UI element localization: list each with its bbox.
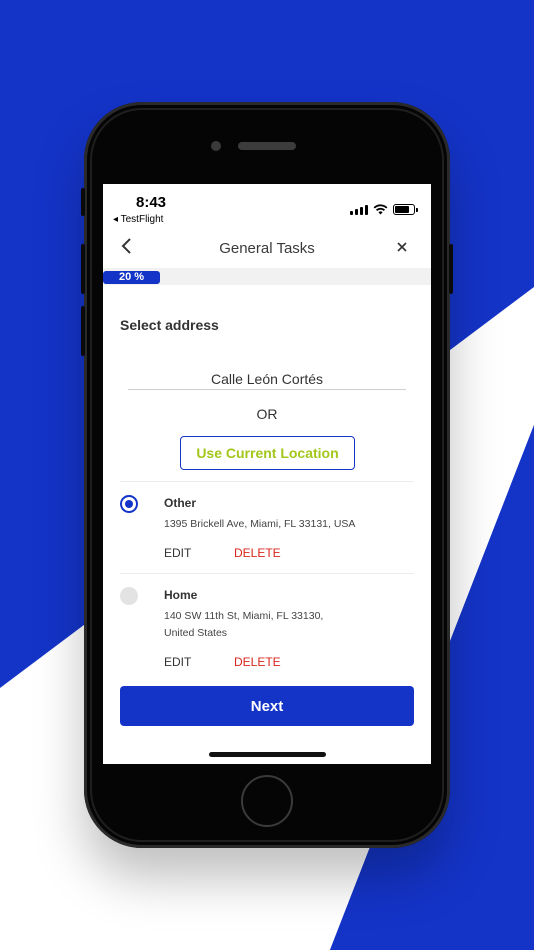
progress-bar: 20 %	[103, 268, 431, 285]
speaker	[238, 142, 296, 150]
volume-down-button	[81, 306, 85, 356]
camera	[211, 141, 221, 151]
volume-up-button	[81, 244, 85, 294]
address-name: Home	[164, 588, 198, 602]
radio-selected[interactable]	[120, 495, 138, 513]
status-icons	[350, 204, 418, 215]
power-button	[449, 244, 453, 294]
home-indicator	[209, 752, 326, 757]
or-separator: OR	[256, 406, 278, 422]
delete-link[interactable]: DELETE	[234, 655, 281, 669]
close-button[interactable]	[397, 239, 407, 255]
address-name: Other	[164, 496, 197, 510]
edit-link[interactable]: EDIT	[164, 655, 191, 669]
status-time: 8:43	[136, 194, 167, 211]
address-item-other[interactable]: Other 1395 Brickell Ave, Miami, FL 33131…	[103, 481, 431, 573]
radio-unselected[interactable]	[120, 587, 138, 605]
back-to-app-link[interactable]: ◂ TestFlight	[113, 214, 163, 225]
home-button[interactable]	[241, 775, 293, 827]
close-icon	[397, 242, 407, 252]
address-input[interactable]	[128, 368, 406, 390]
edit-link[interactable]: EDIT	[164, 546, 191, 560]
address-item-home[interactable]: Home 140 SW 11th St, Miami, FL 33130, Un…	[103, 573, 431, 673]
section-title: Select address	[120, 317, 219, 333]
progress-fill: 20 %	[103, 271, 160, 284]
battery-icon	[393, 204, 418, 215]
app-screen: 8:43 ◂ TestFlight General Tasks 20 % Sel…	[103, 184, 431, 764]
mute-switch	[81, 188, 85, 216]
signal-icon	[350, 204, 368, 215]
delete-link[interactable]: DELETE	[234, 546, 281, 560]
address-line: 140 SW 11th St, Miami, FL 33130, United …	[164, 610, 324, 639]
page-title: General Tasks	[219, 240, 315, 257]
address-line: 1395 Brickell Ave, Miami, FL 33131, USA	[164, 518, 356, 530]
next-button[interactable]: Next	[120, 686, 414, 726]
wifi-icon	[373, 204, 388, 215]
use-current-location-button[interactable]: Use Current Location	[180, 436, 355, 470]
